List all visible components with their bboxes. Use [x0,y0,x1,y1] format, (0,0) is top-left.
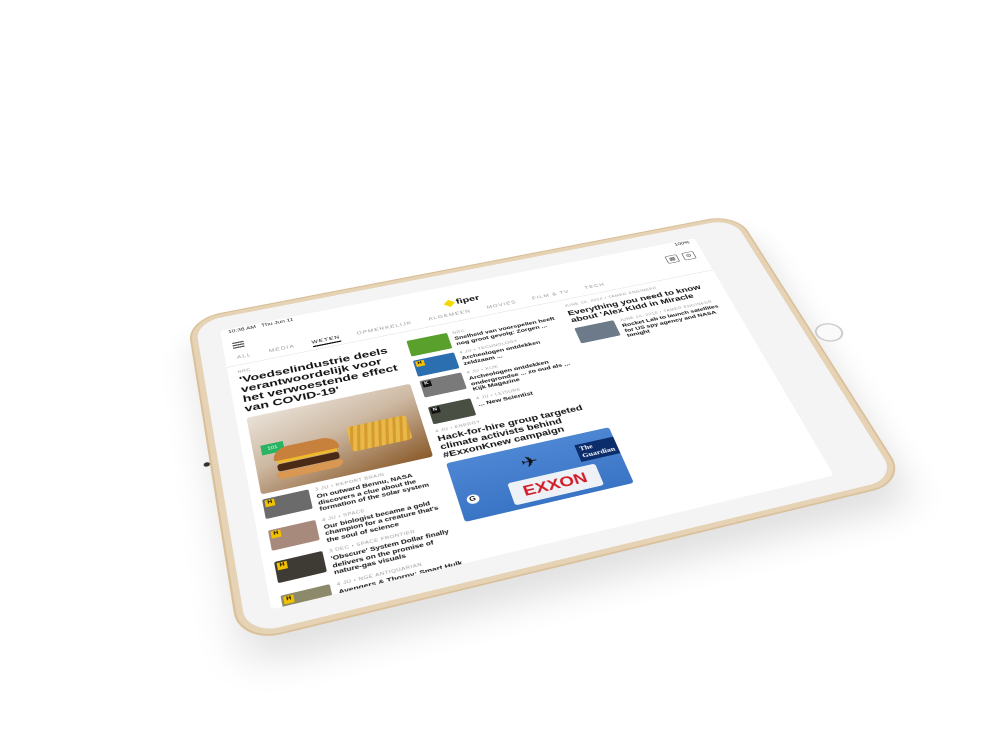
ipad-device: 10:38 AM Thu Jun 11 100% fiper ▦ ⚙ ALL M… [189,215,905,642]
article-thumbnail: H [268,520,320,551]
article-thumbnail: N [427,398,475,424]
tab-all[interactable]: ALL [237,353,253,363]
article-thumbnail: H [280,584,334,610]
app-name: fiper [454,293,480,305]
hamburger-menu-icon[interactable] [232,340,245,351]
status-date: Thu Jun 11 [261,318,294,328]
guardian-g-icon: G [465,493,480,505]
home-button[interactable] [811,321,848,344]
status-time: 10:38 AM [228,325,257,334]
screen: 10:38 AM Thu Jun 11 100% fiper ▦ ⚙ ALL M… [220,238,834,609]
front-camera [203,462,210,468]
article-thumbnail: K [419,372,466,397]
article-thumbnail: H [274,551,327,583]
fiper-logo-icon [444,300,455,307]
airplane-icon: ✈ [518,451,541,472]
guardian-logo: The Guardian [575,436,621,461]
exxon-sign: EXXON [507,463,604,505]
article-thumbnail [575,320,621,343]
settings-icon[interactable]: ⚙ [681,251,697,261]
stage: 10:38 AM Thu Jun 11 100% fiper ▦ ⚙ ALL M… [0,0,1000,731]
grid-icon[interactable]: ▦ [664,254,680,264]
article-thumbnail: H [262,489,313,519]
fries-illustration [346,415,413,452]
